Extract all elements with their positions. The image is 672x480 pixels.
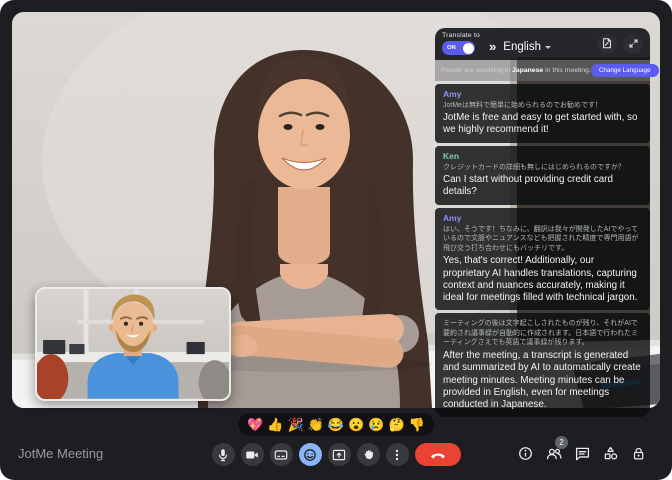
language-banner: People are speaking inJapanesein this me… xyxy=(435,60,650,81)
camera-button[interactable] xyxy=(241,443,264,466)
reaction-laugh[interactable]: 😂 xyxy=(328,416,344,433)
translator-panel: Translate to ON » English xyxy=(435,28,650,417)
transcript-notes-button[interactable] xyxy=(597,34,617,54)
raise-hand-button[interactable] xyxy=(357,443,380,466)
meeting-window: Translate to ON » English xyxy=(0,0,672,480)
message-translation-en: Can I start without providing credit car… xyxy=(443,174,642,199)
chat-message: Ken クレジットカードの詳細も無しにはじめられるのですか？ Can I sta… xyxy=(435,146,650,205)
microphone-icon xyxy=(216,448,230,462)
language-value: English xyxy=(503,41,541,53)
status-bar: 2 xyxy=(518,446,646,461)
message-translation-en: After the meeting, a transcript is gener… xyxy=(443,350,642,411)
people-button[interactable]: 2 xyxy=(546,446,562,461)
reaction-clap[interactable]: 👏 xyxy=(308,416,324,433)
host-controls-button[interactable] xyxy=(631,446,646,461)
participant-count-badge: 2 xyxy=(555,436,568,449)
lock-icon xyxy=(631,446,646,461)
translate-to-label: Translate to xyxy=(442,32,480,39)
message-original-ja: クレジットカードの詳細も無しにはじめられるのですか？ xyxy=(443,163,642,173)
chat-icon xyxy=(575,446,590,461)
reaction-surprised[interactable]: 😮 xyxy=(348,416,364,433)
reaction-party[interactable]: 🎉 xyxy=(288,416,304,433)
message-original-ja: JotMeは無料で簡単に始められるのでお勧めです！ xyxy=(443,101,642,111)
more-options-icon xyxy=(390,448,404,462)
present-screen-icon xyxy=(332,448,346,462)
toggle-knob xyxy=(463,43,474,54)
more-options-button[interactable] xyxy=(386,443,409,466)
meeting-details-button[interactable] xyxy=(518,446,533,461)
chat-message: Amy JotMeは無料で簡単に始められるのでお勧めです！ JotMe is f… xyxy=(435,84,650,143)
end-call-button[interactable] xyxy=(415,443,461,466)
camera-icon xyxy=(245,448,259,462)
reactions-button[interactable] xyxy=(299,443,322,466)
present-button[interactable] xyxy=(328,443,351,466)
reaction-thumbs-up[interactable]: 👍 xyxy=(267,416,283,433)
self-view-illustration xyxy=(37,289,229,399)
message-translation-en: JotMe is free and easy to get started wi… xyxy=(443,112,642,137)
toggle-on-label: ON xyxy=(447,45,456,51)
banner-language: Japanese xyxy=(512,67,543,74)
chat-button[interactable] xyxy=(575,446,590,461)
self-view-video[interactable] xyxy=(35,287,231,401)
sender-name: Amy xyxy=(443,89,642,100)
sender-name: Amy xyxy=(443,213,642,224)
info-icon xyxy=(518,446,533,461)
message-original-ja: はい、そうです！ちなみに、翻訳は我々が開発したAIでやっているので文脈やニュアン… xyxy=(443,225,642,254)
message-original-ja: ミーティングの後は文字起こしされたものが残り、それがAIで要約され議事録が自動的… xyxy=(443,319,642,348)
activities-icon xyxy=(603,446,618,461)
reaction-thumbs-down[interactable]: 👎 xyxy=(409,416,425,433)
collapse-panel-button[interactable] xyxy=(623,34,643,54)
translator-header: Translate to ON » English xyxy=(435,28,650,60)
chevrons-icon: » xyxy=(489,42,496,52)
captions-button[interactable] xyxy=(270,443,293,466)
reaction-thinking[interactable]: 🤔 xyxy=(388,416,404,433)
raise-hand-icon xyxy=(362,448,375,461)
reaction-heart[interactable]: 💖 xyxy=(247,416,263,433)
control-bar xyxy=(210,443,462,466)
captions-icon xyxy=(274,448,288,462)
chat-message: Amy はい、そうです！ちなみに、翻訳は我々が開発したAIでやっているので文脈や… xyxy=(435,208,650,311)
chevron-down-icon xyxy=(545,46,551,49)
reaction-cry[interactable]: 😢 xyxy=(368,416,384,433)
note-edit-icon xyxy=(601,37,613,50)
reaction-bar: 💖 👍 🎉 👏 😂 😮 😢 🤔 👎 xyxy=(238,413,434,436)
language-dropdown[interactable]: English xyxy=(503,41,551,53)
meeting-title: JotMe Meeting xyxy=(18,446,103,461)
end-call-icon xyxy=(429,447,447,463)
smiley-icon xyxy=(303,448,317,462)
change-language-button[interactable]: Change Language xyxy=(591,64,659,77)
banner-text: People are speaking inJapanesein this me… xyxy=(441,67,591,74)
sender-name: Ken xyxy=(443,151,642,162)
translate-toggle[interactable]: ON xyxy=(442,41,475,55)
mic-button[interactable] xyxy=(212,443,235,466)
message-translation-en: Yes, that's correct! Additionally, our p… xyxy=(443,255,642,304)
collapse-icon xyxy=(628,38,639,49)
chat-message: ミーティングの後は文字起こしされたものが残り、それがAIで要約され議事録が自動的… xyxy=(435,313,650,417)
activities-button[interactable] xyxy=(603,446,618,461)
